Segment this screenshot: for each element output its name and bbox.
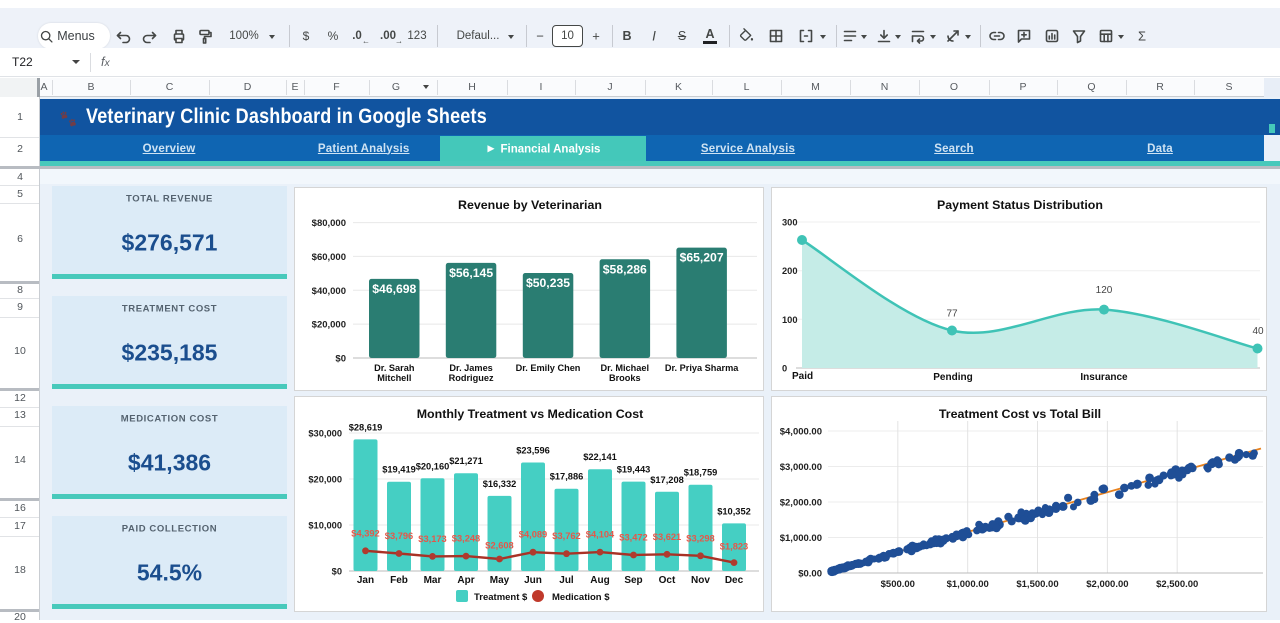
- svg-text:Paid: Paid: [792, 371, 813, 382]
- svg-text:$3,762: $3,762: [552, 531, 580, 541]
- svg-text:$23,596: $23,596: [516, 446, 550, 456]
- svg-text:0: 0: [782, 364, 787, 374]
- svg-text:Treatment $: Treatment $: [474, 592, 528, 603]
- svg-text:Mar: Mar: [424, 575, 442, 586]
- svg-text:$3,000.00: $3,000.00: [780, 462, 822, 473]
- svg-text:$20,000: $20,000: [308, 475, 342, 485]
- svg-text:300: 300: [782, 218, 798, 228]
- svg-text:$1,500.00: $1,500.00: [1016, 579, 1058, 590]
- svg-text:Feb: Feb: [390, 575, 408, 586]
- svg-text:100: 100: [782, 315, 798, 325]
- svg-text:Dr. Michael: Dr. Michael: [601, 363, 650, 373]
- svg-text:Medication $: Medication $: [552, 592, 610, 603]
- svg-text:Apr: Apr: [457, 575, 474, 586]
- svg-text:$500.00: $500.00: [881, 579, 915, 590]
- svg-text:Treatment Cost vs Total Bill: Treatment Cost vs Total Bill: [939, 407, 1101, 421]
- svg-text:$3,173: $3,173: [418, 534, 446, 544]
- svg-text:$80,000: $80,000: [312, 218, 346, 229]
- svg-text:$56,145: $56,145: [449, 266, 493, 280]
- svg-text:$10,352: $10,352: [717, 506, 751, 516]
- svg-text:Pending: Pending: [933, 372, 972, 383]
- svg-text:$50,235: $50,235: [526, 276, 570, 290]
- svg-text:Insurance: Insurance: [1080, 372, 1128, 383]
- svg-text:Monthly Treatment vs Medicatio: Monthly Treatment vs Medication Cost: [417, 407, 644, 421]
- svg-text:$2,000.00: $2,000.00: [780, 498, 822, 509]
- svg-text:$16,332: $16,332: [483, 479, 517, 489]
- svg-text:Rodriguez: Rodriguez: [449, 373, 494, 383]
- svg-text:$2,500.00: $2,500.00: [1156, 579, 1198, 590]
- svg-text:$30,000: $30,000: [308, 429, 342, 439]
- svg-text:Dr. James: Dr. James: [449, 363, 492, 373]
- svg-text:$3,248: $3,248: [452, 534, 480, 544]
- svg-text:Dr. Emily Chen: Dr. Emily Chen: [516, 363, 581, 373]
- svg-text:$1,000.00: $1,000.00: [947, 579, 989, 590]
- svg-text:$10,000: $10,000: [308, 521, 342, 531]
- svg-text:$28,619: $28,619: [349, 422, 383, 432]
- svg-text:$4,392: $4,392: [351, 528, 379, 538]
- svg-text:$0: $0: [332, 567, 342, 577]
- svg-text:Dr. Sarah: Dr. Sarah: [374, 363, 415, 373]
- svg-text:77: 77: [946, 309, 958, 320]
- svg-text:$22,141: $22,141: [583, 452, 617, 462]
- svg-text:Jan: Jan: [357, 575, 374, 586]
- svg-text:Revenue by Veterinarian: Revenue by Veterinarian: [458, 198, 602, 212]
- svg-text:$65,207: $65,207: [680, 251, 724, 265]
- svg-text:$20,000: $20,000: [312, 320, 346, 331]
- svg-text:$2,608: $2,608: [485, 541, 513, 551]
- svg-text:Dr. Priya Sharma: Dr. Priya Sharma: [665, 363, 739, 373]
- svg-text:$0: $0: [335, 354, 346, 365]
- svg-text:$17,886: $17,886: [550, 472, 584, 482]
- svg-text:Sep: Sep: [624, 575, 642, 586]
- svg-text:$46,698: $46,698: [372, 282, 416, 296]
- svg-text:Aug: Aug: [590, 575, 609, 586]
- svg-text:$19,419: $19,419: [382, 465, 416, 475]
- svg-text:Jun: Jun: [524, 575, 542, 586]
- svg-text:$17,208: $17,208: [650, 475, 684, 485]
- svg-text:Payment Status Distribution: Payment Status Distribution: [937, 198, 1103, 212]
- svg-text:$4,104: $4,104: [586, 530, 615, 540]
- svg-text:$2,000.00: $2,000.00: [1086, 579, 1128, 590]
- svg-text:$18,759: $18,759: [684, 468, 718, 478]
- svg-text:120: 120: [1096, 285, 1113, 296]
- svg-text:May: May: [490, 575, 510, 586]
- svg-text:Nov: Nov: [691, 575, 710, 586]
- svg-text:$1,823: $1,823: [720, 542, 748, 552]
- svg-text:Jul: Jul: [559, 575, 574, 586]
- svg-text:$58,286: $58,286: [603, 262, 647, 276]
- svg-text:$3,298: $3,298: [686, 533, 714, 543]
- svg-text:Oct: Oct: [659, 575, 676, 586]
- svg-text:$20,160: $20,160: [416, 461, 450, 471]
- svg-text:$60,000: $60,000: [312, 252, 346, 263]
- svg-text:$3,796: $3,796: [385, 531, 413, 541]
- svg-text:$0.00: $0.00: [798, 569, 822, 580]
- svg-text:$4,089: $4,089: [519, 530, 547, 540]
- svg-text:$19,443: $19,443: [617, 465, 651, 475]
- svg-text:$40,000: $40,000: [312, 286, 346, 297]
- svg-text:$1,000.00: $1,000.00: [780, 533, 822, 544]
- svg-text:$21,271: $21,271: [449, 456, 483, 466]
- svg-text:200: 200: [782, 266, 798, 276]
- svg-text:$3,472: $3,472: [619, 533, 647, 543]
- svg-text:Mitchell: Mitchell: [377, 373, 411, 383]
- svg-text:$4,000.00: $4,000.00: [780, 427, 822, 438]
- svg-text:40: 40: [1252, 326, 1264, 337]
- svg-text:Brooks: Brooks: [609, 373, 641, 383]
- svg-text:Dec: Dec: [725, 575, 744, 586]
- svg-text:$3,621: $3,621: [653, 532, 681, 542]
